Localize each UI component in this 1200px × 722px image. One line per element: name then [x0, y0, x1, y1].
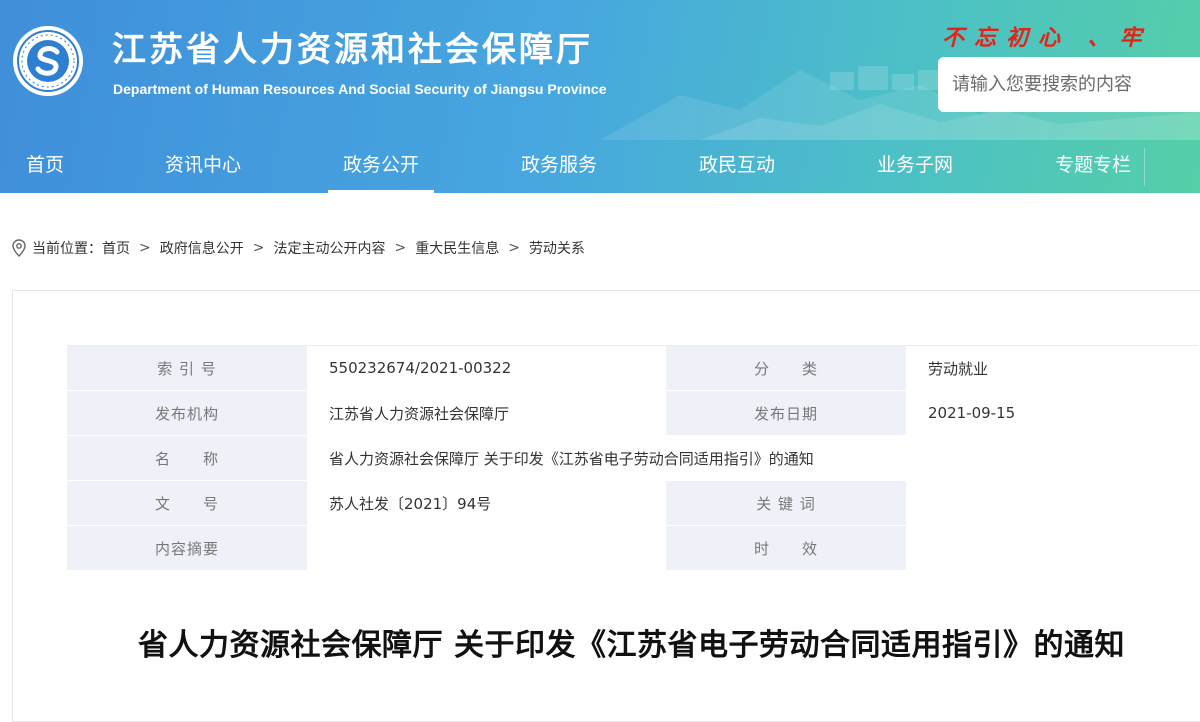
keywords-value: [906, 480, 1198, 526]
search-box: [938, 57, 1200, 112]
site-subtitle: Department of Human Resources And Social…: [113, 81, 607, 97]
summary-value: [307, 525, 666, 571]
table-row: 文 号 苏人社发〔2021〕94号 关 键 词: [67, 480, 1198, 526]
breadcrumb-prefix: 当前位置：: [32, 241, 102, 257]
nav-item-news-center[interactable]: 资讯中心: [150, 140, 256, 193]
nav-item-special-topics[interactable]: 专题专栏: [1040, 140, 1146, 193]
nav-item-business-subsites[interactable]: 业务子网: [862, 140, 968, 193]
summary-label: 内容摘要: [67, 525, 307, 571]
search-input[interactable]: [950, 73, 1194, 96]
table-row: 发布机构 江苏省人力资源社会保障厅 发布日期 2021-09-15: [67, 390, 1198, 436]
location-pin-icon: [12, 239, 26, 257]
breadcrumb-separator: >: [252, 240, 265, 256]
nav-item-home[interactable]: 首页: [0, 140, 90, 193]
breadcrumb-home[interactable]: 首页: [102, 238, 130, 258]
slogan-text: 不忘初心 、牢: [942, 25, 1152, 51]
nav-item-public-interaction[interactable]: 政民互动: [684, 140, 790, 193]
main-nav: 首页 资讯中心 政务公开 政务服务 政民互动 业务子网 专题专栏: [0, 140, 1200, 193]
document-name-label: 名 称: [67, 435, 307, 481]
breadcrumb-separator: >: [139, 240, 151, 256]
table-row: 索 引 号 550232674/2021-00322 分 类 劳动就业: [67, 345, 1198, 391]
breadcrumb-statutory-disclosure[interactable]: 法定主动公开内容: [273, 238, 385, 258]
nav-item-government-services[interactable]: 政务服务: [506, 140, 612, 193]
document-metadata-table: 索 引 号 550232674/2021-00322 分 类 劳动就业 发布机构…: [67, 345, 1198, 571]
nav-item-government-affairs-disclosure[interactable]: 政务公开: [328, 140, 434, 193]
breadcrumb-labor-relations[interactable]: 劳动关系: [529, 238, 585, 258]
publisher-value: 江苏省人力资源社会保障厅: [307, 390, 666, 436]
publisher-label: 发布机构: [67, 390, 307, 436]
breadcrumb-separator: >: [394, 240, 407, 256]
social-security-logo-icon: [15, 28, 81, 94]
document-number-label: 文 号: [67, 480, 307, 526]
validity-value: [906, 525, 1198, 571]
site-title: 江苏省人力资源和社会保障厅: [112, 30, 593, 70]
table-row: 名 称 省人力资源社会保障厅 关于印发《江苏省电子劳动合同适用指引》的通知: [67, 435, 1198, 481]
document-title: 省人力资源社会保障厅 关于印发《江苏省电子劳动合同适用指引》的通知: [138, 628, 1125, 663]
validity-label: 时 效: [666, 525, 906, 571]
breadcrumb-government-info-disclosure[interactable]: 政府信息公开: [160, 238, 244, 258]
document-name-value: 省人力资源社会保障厅 关于印发《江苏省电子劳动合同适用指引》的通知: [307, 435, 1198, 481]
nav-divider: [1144, 148, 1145, 186]
site-logo[interactable]: [13, 26, 83, 96]
publish-date-value: 2021-09-15: [906, 390, 1198, 436]
document-number-value: 苏人社发〔2021〕94号: [307, 480, 666, 526]
keywords-label: 关 键 词: [666, 480, 906, 526]
category-value: 劳动就业: [906, 345, 1198, 391]
breadcrumb-livelihood-info[interactable]: 重大民生信息: [415, 238, 499, 258]
breadcrumb-separator: >: [508, 240, 520, 256]
index-number-value: 550232674/2021-00322: [307, 345, 666, 391]
breadcrumb: 当前位置： 首页 > 政府信息公开 > 法定主动公开内容 > 重大民生信息 > …: [12, 236, 585, 260]
publish-date-label: 发布日期: [666, 390, 906, 436]
table-row: 内容摘要 时 效: [67, 525, 1198, 571]
index-number-label: 索 引 号: [67, 345, 307, 391]
site-header: 江苏省人力资源和社会保障厅 Department of Human Resour…: [0, 0, 1200, 193]
category-label: 分 类: [666, 345, 906, 391]
